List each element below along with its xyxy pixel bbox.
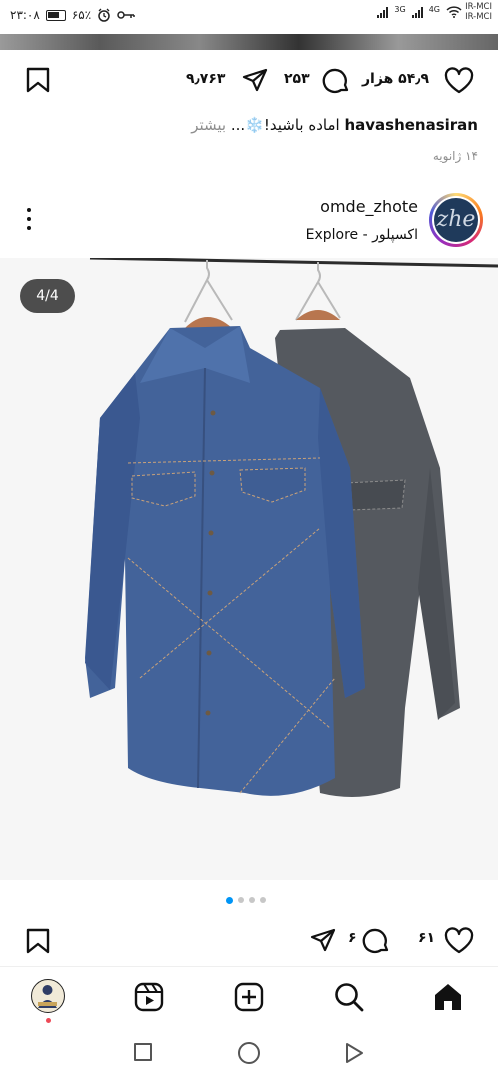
nav-profile[interactable] [31,979,65,1013]
previous-post-image-edge[interactable] [0,34,498,50]
recents-button[interactable] [134,1043,152,1061]
notification-dot [46,1018,51,1023]
comment-count: ۲۵۳ [284,71,310,87]
bottom-navigation [0,966,498,1026]
carousel-indicator [226,896,266,904]
reels-icon[interactable] [134,982,164,1012]
share-icon[interactable] [310,928,336,952]
carousel-dot [238,897,244,903]
share-icon[interactable] [242,68,268,92]
search-icon[interactable] [334,982,364,1012]
network-1: 4G [428,4,440,14]
profile-avatar-icon [38,985,57,1008]
battery-level: ۶۵٪ [71,8,92,22]
home-button[interactable] [238,1042,260,1064]
save-icon[interactable] [26,928,50,954]
previous-post-date: ۱۴ ژانویه [432,149,478,163]
previous-post-actions: ۹٫۷۶۳ ۲۵۳ ۵۴٫۹ هزار [0,58,498,98]
carrier-names: IR-MCI IR-MCI [465,2,492,22]
more-options-icon[interactable] [24,208,34,234]
caption-text: اماده باشید!❄️... [230,116,340,134]
home-icon[interactable] [433,982,463,1012]
system-navigation [0,1026,498,1080]
product-photo [0,258,498,880]
clock: ۲۳:۰۸ [10,8,40,22]
heart-icon[interactable] [444,67,474,94]
status-bar: ۲۳:۰۸ ۶۵٪ 3G 4G IR-MCI IR-MCI [0,0,498,34]
comment-count: ۶ [348,930,357,946]
wifi-icon [446,6,462,18]
previous-post-caption[interactable]: havashenasiran اماده باشید!❄️... بیشتر [191,116,478,134]
image-counter: 4/4 [20,279,75,313]
network-2: 3G [394,4,406,14]
signal-icon-1 [411,6,423,18]
carousel-dot [260,897,266,903]
status-left: ۲۳:۰۸ ۶۵٪ [10,8,135,22]
carrier-1: IR-MCI [465,2,492,12]
share-count: ۹٫۷۶۳ [186,71,226,87]
avatar[interactable]: zhe [429,193,483,247]
caption-more-link[interactable]: بیشتر [191,116,226,134]
battery-icon [45,9,66,21]
key-icon [117,11,135,19]
avatar-image: zhe [434,198,478,242]
post-location[interactable]: اکسپلور - Explore [306,227,418,243]
create-post-icon[interactable] [234,982,264,1012]
like-count: ۵۴٫۹ هزار [362,71,430,87]
heart-icon[interactable] [444,927,474,954]
post-image[interactable] [0,258,498,880]
comment-icon[interactable] [362,926,390,954]
comment-icon[interactable] [322,66,350,94]
back-button[interactable] [344,1042,364,1064]
post-username[interactable]: omde_zhote [320,197,418,216]
alarm-icon [98,8,110,22]
like-count: ۶۱ [418,930,436,946]
save-icon[interactable] [26,67,50,93]
carrier-2: IR-MCI [465,12,492,22]
status-right: 3G 4G [377,4,462,18]
carousel-dot-active [226,896,233,904]
post-actions: ۶ ۶۱ [0,920,498,960]
carousel-dot [249,897,255,903]
caption-username[interactable]: havashenasiran [344,116,478,134]
signal-icon-2 [377,6,389,18]
